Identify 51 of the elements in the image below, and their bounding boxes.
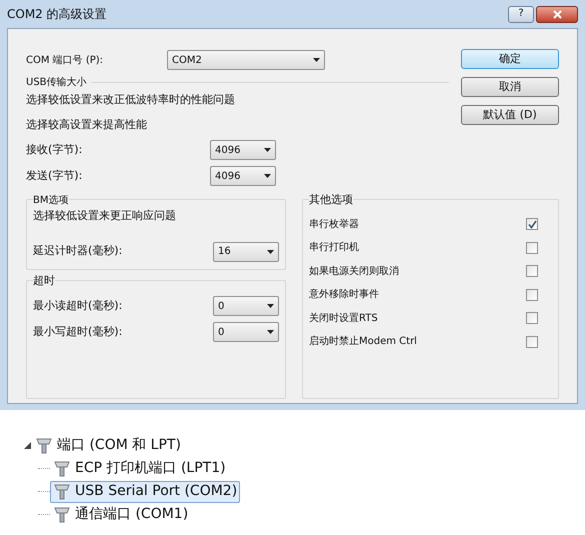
checkbox[interactable] — [526, 218, 538, 230]
port-icon — [53, 482, 71, 500]
dropdown[interactable]: 0 — [213, 322, 279, 342]
dialog-button[interactable]: 确定 — [461, 49, 559, 69]
port-icon — [53, 460, 71, 478]
checkbox[interactable] — [526, 242, 538, 254]
field-label: 最小读超时(毫秒): — [33, 298, 122, 314]
dropdown-arrow-icon — [267, 304, 274, 308]
field-label: 延迟计时器(毫秒): — [33, 243, 122, 260]
option-label: 串行打印机 — [309, 240, 359, 256]
checkbox[interactable] — [526, 312, 538, 324]
group-title: USB传输大小 — [26, 76, 88, 90]
port-icon — [35, 436, 53, 454]
dialog-button[interactable]: 默认值 (D) — [461, 105, 559, 125]
checkmark-icon — [528, 220, 536, 229]
port-label: COM 端口号 (P): — [26, 54, 104, 68]
dropdown-arrow-icon — [267, 250, 274, 254]
option-label: 意外移除时事件 — [309, 288, 379, 302]
option-label: 串行枚举器 — [309, 218, 359, 232]
port-icon — [53, 506, 71, 524]
checkbox[interactable] — [526, 265, 538, 278]
dropdown[interactable]: 0 — [213, 296, 279, 316]
option-label: 如果电源关闭则取消 — [309, 264, 399, 279]
close-icon — [552, 10, 562, 18]
tree-item[interactable]: USB Serial Port (COM2) — [50, 480, 240, 502]
dropdown[interactable]: 4096 — [210, 166, 276, 186]
description-text: 选择较低设置来更正响应问题 — [33, 208, 177, 224]
dropdown-arrow-icon — [264, 148, 271, 152]
close-button[interactable] — [536, 6, 578, 22]
checkbox[interactable] — [526, 336, 538, 348]
expand-arrow-icon[interactable] — [24, 442, 31, 449]
dropdown[interactable]: 16 — [213, 242, 279, 262]
dropdown[interactable]: COM2 — [167, 50, 325, 70]
help-button[interactable]: ? — [508, 6, 534, 22]
tree-item[interactable]: 端口 (COM 和 LPT) — [57, 435, 181, 456]
dropdown-arrow-icon — [313, 58, 320, 62]
tree-item[interactable]: ECP 打印机端口 (LPT1) — [50, 458, 229, 480]
window-title: COM2 的高级设置 — [7, 6, 107, 23]
dropdown-arrow-icon — [264, 174, 271, 178]
description-text: 选择较低设置来改正低波特率时的性能问题 — [26, 92, 236, 108]
option-label: 启动时禁止Modem Ctrl — [309, 334, 417, 350]
dropdown-arrow-icon — [267, 330, 274, 334]
tree-item[interactable]: 通信端口 (COM1) — [50, 504, 192, 526]
field-label: 接收(字节): — [26, 142, 82, 158]
field-label: 发送(字节): — [26, 168, 82, 184]
dropdown[interactable]: 4096 — [210, 140, 276, 160]
description-text: 选择较高设置来提高性能 — [26, 116, 148, 132]
checkbox[interactable] — [526, 288, 538, 301]
option-label: 关闭时设置RTS — [309, 312, 378, 326]
field-label: 最小写超时(毫秒): — [33, 324, 122, 340]
dialog-button[interactable]: 取消 — [461, 77, 559, 97]
